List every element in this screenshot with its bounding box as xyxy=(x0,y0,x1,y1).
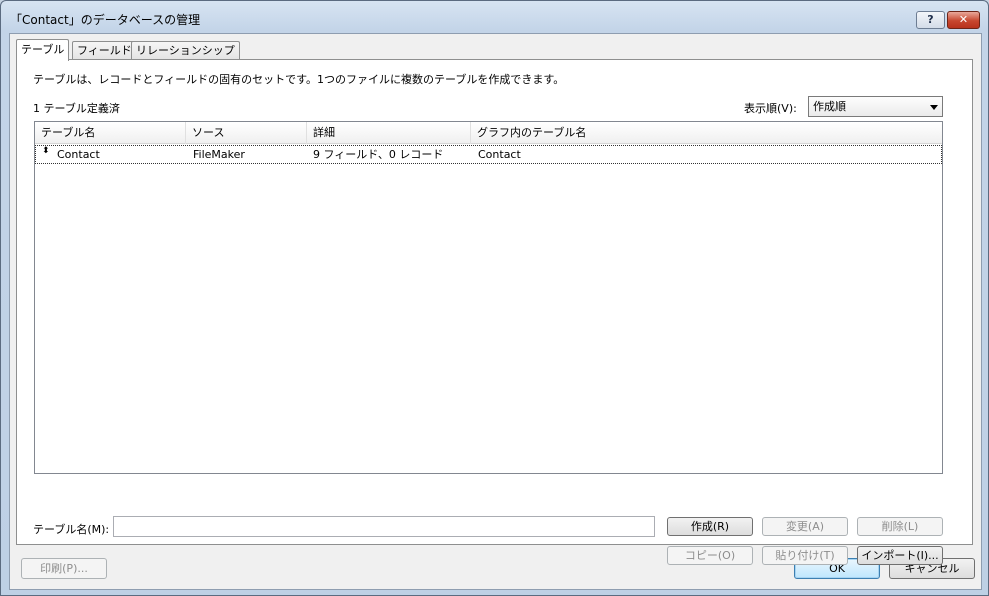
print-button[interactable]: 印刷(P)... xyxy=(21,558,107,579)
table-name-label: テーブル名(M): xyxy=(33,523,110,536)
tables-list[interactable]: テーブル名 ソース 詳細 グラフ内のテーブル名 ⬍ Contact FileMa… xyxy=(34,121,943,474)
row-table-name: Contact xyxy=(57,148,100,161)
copy-button[interactable]: コピー(O) xyxy=(667,546,753,565)
dialog-body: テーブル フィールド リレーションシップ テーブルは、レコードとフィールドの固有… xyxy=(9,33,982,590)
sort-order-label: 表示順(V): xyxy=(744,102,797,115)
sort-order-select[interactable]: 作成順 xyxy=(808,96,943,117)
column-header-graph-name[interactable]: グラフ内のテーブル名 xyxy=(471,122,942,144)
column-header-table-name[interactable]: テーブル名 xyxy=(35,122,186,144)
change-button[interactable]: 変更(A) xyxy=(762,517,848,536)
drag-handle-icon[interactable]: ⬍ xyxy=(42,147,50,156)
tab-fields[interactable]: フィールド xyxy=(72,41,137,60)
delete-button[interactable]: 削除(L) xyxy=(857,517,943,536)
column-header-details[interactable]: 詳細 xyxy=(307,122,471,144)
panel-description: テーブルは、レコードとフィールドの固有のセットです。1つのファイルに複数のテーブ… xyxy=(33,73,565,86)
create-button[interactable]: 作成(R) xyxy=(667,517,753,536)
table-count-label: 1 テーブル定義済 xyxy=(33,102,120,115)
row-source: FileMaker xyxy=(193,148,245,161)
row-graph-name: Contact xyxy=(478,148,521,161)
list-header: テーブル名 ソース 詳細 グラフ内のテーブル名 xyxy=(35,122,942,144)
sort-order-value: 作成順 xyxy=(813,100,846,113)
close-icon: ✕ xyxy=(958,13,969,26)
tab-relationships[interactable]: リレーションシップ xyxy=(131,41,240,60)
import-button[interactable]: インポート(I)... xyxy=(857,546,943,565)
row-details: 9 フィールド、0 レコード xyxy=(313,148,444,161)
tab-tables[interactable]: テーブル xyxy=(16,39,70,61)
table-row[interactable]: ⬍ Contact FileMaker 9 フィールド、0 レコード Conta… xyxy=(35,145,942,164)
help-button[interactable]: ? xyxy=(916,11,945,29)
manage-database-dialog: 「Contact」のデータベースの管理 ? ✕ テーブル フィールド リレーショ… xyxy=(0,0,989,596)
column-header-source[interactable]: ソース xyxy=(186,122,307,144)
close-button[interactable]: ✕ xyxy=(947,11,980,29)
tables-panel: テーブルは、レコードとフィールドの固有のセットです。1つのファイルに複数のテーブ… xyxy=(16,59,973,565)
table-name-input[interactable] xyxy=(113,516,655,537)
chevron-down-icon xyxy=(930,105,938,110)
paste-button[interactable]: 貼り付け(T) xyxy=(762,546,848,565)
title-bar[interactable]: 「Contact」のデータベースの管理 ? ✕ xyxy=(1,1,988,33)
window-title: 「Contact」のデータベースの管理 xyxy=(10,13,201,27)
